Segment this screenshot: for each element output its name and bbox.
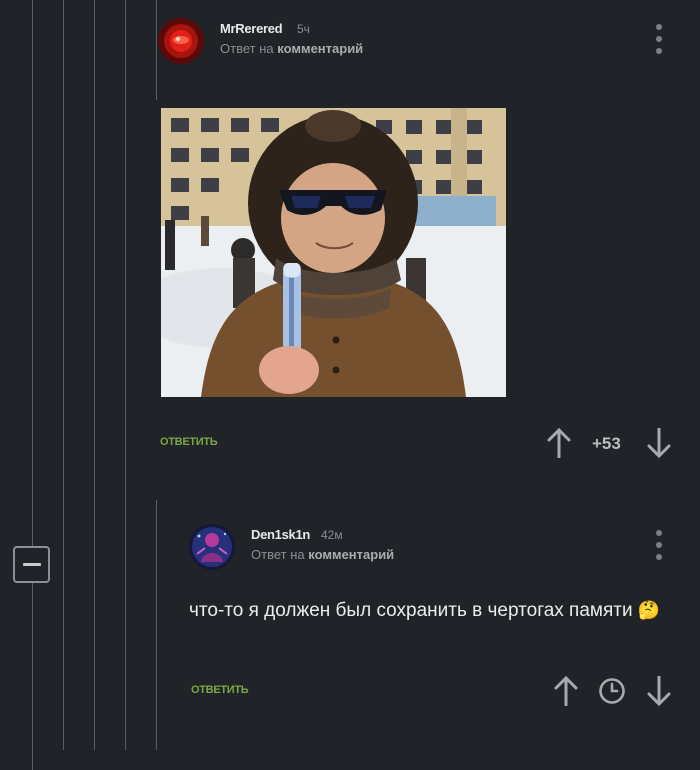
arrow-down-icon[interactable] bbox=[647, 676, 671, 706]
reply-button[interactable]: ОТВЕТИТЬ bbox=[160, 436, 218, 448]
thinking-face-emoji: 🤔 bbox=[637, 600, 661, 620]
reply-to-label: Ответ на комментарий bbox=[251, 547, 394, 562]
arrow-up-icon[interactable] bbox=[547, 428, 571, 458]
avatar[interactable] bbox=[158, 18, 204, 64]
thread-line bbox=[32, 0, 33, 770]
comment-body: что-то я должен был сохранить в чертогах… bbox=[189, 600, 633, 621]
thread-line bbox=[94, 0, 95, 750]
comment-text: что-то я должен был сохранить в чертогах… bbox=[189, 592, 669, 629]
avatar-image bbox=[189, 524, 235, 570]
thread-line bbox=[125, 0, 126, 750]
arrow-up-icon[interactable] bbox=[554, 676, 578, 706]
collapse-thread-button[interactable] bbox=[13, 546, 50, 583]
thread-line[interactable] bbox=[156, 500, 157, 750]
timestamp: 42м bbox=[321, 528, 343, 542]
timestamp: 5ч bbox=[297, 22, 310, 36]
comment-image[interactable] bbox=[161, 108, 506, 397]
username[interactable]: MrRerered bbox=[220, 21, 283, 36]
clock-icon[interactable] bbox=[598, 677, 626, 705]
username[interactable]: Den1sk1n bbox=[251, 527, 310, 542]
reply-to-link[interactable]: комментарий bbox=[308, 547, 394, 562]
photo-child-winter bbox=[161, 108, 506, 397]
minus-icon bbox=[22, 563, 41, 566]
more-vertical-icon[interactable] bbox=[654, 24, 664, 54]
rating: +53 bbox=[592, 434, 621, 453]
reply-to-prefix: Ответ на bbox=[220, 41, 274, 56]
reply-to-link[interactable]: комментарий bbox=[277, 41, 363, 56]
arrow-down-icon[interactable] bbox=[647, 428, 671, 458]
more-vertical-icon[interactable] bbox=[654, 530, 664, 560]
reply-button[interactable]: ОТВЕТИТЬ bbox=[191, 684, 249, 696]
thread-line[interactable] bbox=[156, 0, 157, 100]
reply-to-prefix: Ответ на bbox=[251, 547, 305, 562]
avatar[interactable] bbox=[189, 524, 235, 570]
reply-to-label: Ответ на комментарий bbox=[220, 41, 363, 56]
avatar-image bbox=[158, 18, 204, 64]
thread-line bbox=[63, 0, 64, 750]
